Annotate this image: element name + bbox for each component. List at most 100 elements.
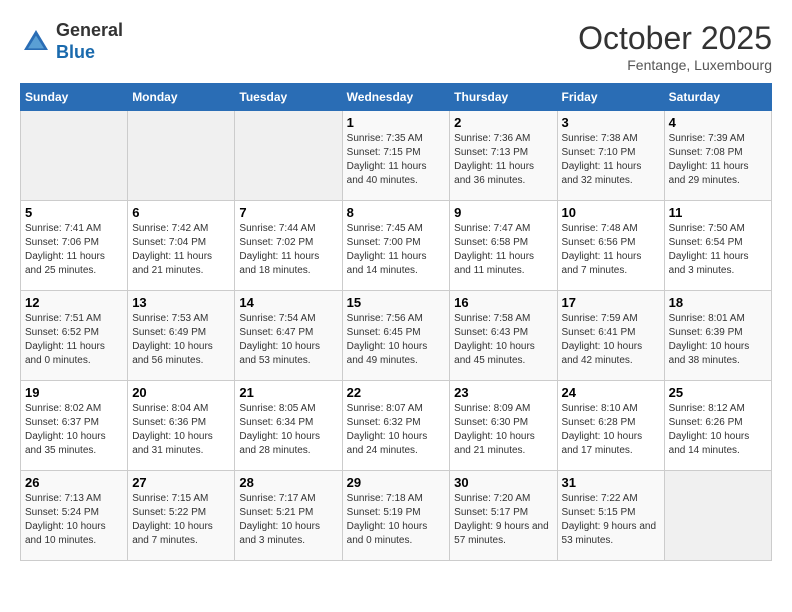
day-info: Sunrise: 7:50 AM Sunset: 6:54 PM Dayligh… — [669, 222, 767, 278]
day-info: Sunrise: 7:58 AM Sunset: 6:43 PM Dayligh… — [454, 312, 552, 368]
weekday-header: Saturday — [664, 84, 771, 111]
calendar-cell: 11 Sunrise: 7:50 AM Sunset: 6:54 PM Dayli… — [664, 201, 771, 291]
day-number: 22 — [347, 385, 446, 400]
weekday-header: Friday — [557, 84, 664, 111]
day-number: 26 — [25, 475, 123, 490]
calendar-cell: 21 Sunrise: 8:05 AM Sunset: 6:34 PM Dayli… — [235, 381, 342, 471]
day-number: 19 — [25, 385, 123, 400]
calendar-cell: 27 Sunrise: 7:15 AM Sunset: 5:22 PM Dayli… — [128, 471, 235, 561]
calendar-cell — [235, 111, 342, 201]
day-number: 21 — [239, 385, 337, 400]
day-number: 28 — [239, 475, 337, 490]
day-info: Sunrise: 7:45 AM Sunset: 7:00 PM Dayligh… — [347, 222, 446, 278]
calendar-cell — [664, 471, 771, 561]
location-subtitle: Fentange, Luxembourg — [578, 57, 772, 73]
calendar-cell: 5 Sunrise: 7:41 AM Sunset: 7:06 PM Daylig… — [21, 201, 128, 291]
day-info: Sunrise: 7:15 AM Sunset: 5:22 PM Dayligh… — [132, 492, 230, 548]
calendar-cell: 26 Sunrise: 7:13 AM Sunset: 5:24 PM Dayli… — [21, 471, 128, 561]
day-info: Sunrise: 7:17 AM Sunset: 5:21 PM Dayligh… — [239, 492, 337, 548]
calendar-cell: 6 Sunrise: 7:42 AM Sunset: 7:04 PM Daylig… — [128, 201, 235, 291]
day-number: 8 — [347, 205, 446, 220]
day-number: 30 — [454, 475, 552, 490]
calendar-cell: 15 Sunrise: 7:56 AM Sunset: 6:45 PM Dayli… — [342, 291, 450, 381]
day-info: Sunrise: 7:36 AM Sunset: 7:13 PM Dayligh… — [454, 132, 552, 188]
day-number: 1 — [347, 115, 446, 130]
weekday-header: Monday — [128, 84, 235, 111]
day-number: 6 — [132, 205, 230, 220]
calendar-cell: 29Sunrise: 7:18 AM Sunset: 5:19 PM Dayli… — [342, 471, 450, 561]
calendar-week-row: 26 Sunrise: 7:13 AM Sunset: 5:24 PM Dayli… — [21, 471, 772, 561]
logo-icon — [20, 26, 52, 58]
day-number: 18 — [669, 295, 767, 310]
weekday-header: Thursday — [450, 84, 557, 111]
day-info: Sunrise: 7:22 AM Sunset: 5:15 PM Dayligh… — [562, 492, 660, 548]
day-number: 4 — [669, 115, 767, 130]
calendar-table: SundayMondayTuesdayWednesdayThursdayFrid… — [20, 83, 772, 561]
weekday-header: Tuesday — [235, 84, 342, 111]
day-number: 11 — [669, 205, 767, 220]
day-info: Sunrise: 7:13 AM Sunset: 5:24 PM Dayligh… — [25, 492, 123, 548]
day-info: Sunrise: 7:53 AM Sunset: 6:49 PM Dayligh… — [132, 312, 230, 368]
day-number: 14 — [239, 295, 337, 310]
day-info: Sunrise: 7:35 AM Sunset: 7:15 PM Dayligh… — [347, 132, 446, 188]
day-info: Sunrise: 8:09 AM Sunset: 6:30 PM Dayligh… — [454, 402, 552, 458]
day-info: Sunrise: 8:05 AM Sunset: 6:34 PM Dayligh… — [239, 402, 337, 458]
day-number: 3 — [562, 115, 660, 130]
day-number: 23 — [454, 385, 552, 400]
calendar-cell — [128, 111, 235, 201]
calendar-cell: 28 Sunrise: 7:17 AM Sunset: 5:21 PM Dayli… — [235, 471, 342, 561]
month-title: October 2025 — [578, 20, 772, 57]
calendar-week-row: 5 Sunrise: 7:41 AM Sunset: 7:06 PM Daylig… — [21, 201, 772, 291]
day-number: 10 — [562, 205, 660, 220]
weekday-header: Wednesday — [342, 84, 450, 111]
day-number: 25 — [669, 385, 767, 400]
calendar-cell: 23 Sunrise: 8:09 AM Sunset: 6:30 PM Dayli… — [450, 381, 557, 471]
day-number: 17 — [562, 295, 660, 310]
day-info: Sunrise: 8:10 AM Sunset: 6:28 PM Dayligh… — [562, 402, 660, 458]
day-number: 27 — [132, 475, 230, 490]
calendar-cell: 25Sunrise: 8:12 AM Sunset: 6:26 PM Dayli… — [664, 381, 771, 471]
calendar-cell: 22 Sunrise: 8:07 AM Sunset: 6:32 PM Dayli… — [342, 381, 450, 471]
calendar-cell: 30Sunrise: 7:20 AM Sunset: 5:17 PM Dayli… — [450, 471, 557, 561]
weekday-header-row: SundayMondayTuesdayWednesdayThursdayFrid… — [21, 84, 772, 111]
logo-text: General Blue — [56, 20, 123, 63]
calendar-cell: 3 Sunrise: 7:38 AM Sunset: 7:10 PM Daylig… — [557, 111, 664, 201]
day-info: Sunrise: 8:04 AM Sunset: 6:36 PM Dayligh… — [132, 402, 230, 458]
calendar-cell: 7 Sunrise: 7:44 AM Sunset: 7:02 PM Daylig… — [235, 201, 342, 291]
day-info: Sunrise: 7:47 AM Sunset: 6:58 PM Dayligh… — [454, 222, 552, 278]
day-info: Sunrise: 8:02 AM Sunset: 6:37 PM Dayligh… — [25, 402, 123, 458]
calendar-cell: 1 Sunrise: 7:35 AM Sunset: 7:15 PM Daylig… — [342, 111, 450, 201]
day-info: Sunrise: 7:54 AM Sunset: 6:47 PM Dayligh… — [239, 312, 337, 368]
calendar-cell: 16 Sunrise: 7:58 AM Sunset: 6:43 PM Dayli… — [450, 291, 557, 381]
day-number: 16 — [454, 295, 552, 310]
day-info: Sunrise: 7:38 AM Sunset: 7:10 PM Dayligh… — [562, 132, 660, 188]
day-number: 15 — [347, 295, 446, 310]
day-number: 31 — [562, 475, 660, 490]
calendar-week-row: 1 Sunrise: 7:35 AM Sunset: 7:15 PM Daylig… — [21, 111, 772, 201]
day-info: Sunrise: 8:01 AM Sunset: 6:39 PM Dayligh… — [669, 312, 767, 368]
calendar-cell: 24Sunrise: 8:10 AM Sunset: 6:28 PM Dayli… — [557, 381, 664, 471]
calendar-cell: 19 Sunrise: 8:02 AM Sunset: 6:37 PM Dayli… — [21, 381, 128, 471]
calendar-cell: 14 Sunrise: 7:54 AM Sunset: 6:47 PM Dayli… — [235, 291, 342, 381]
calendar-cell: 9Sunrise: 7:47 AM Sunset: 6:58 PM Daylig… — [450, 201, 557, 291]
day-info: Sunrise: 7:56 AM Sunset: 6:45 PM Dayligh… — [347, 312, 446, 368]
calendar-cell: 13Sunrise: 7:53 AM Sunset: 6:49 PM Dayli… — [128, 291, 235, 381]
calendar-week-row: 12Sunrise: 7:51 AM Sunset: 6:52 PM Dayli… — [21, 291, 772, 381]
day-number: 12 — [25, 295, 123, 310]
title-block: October 2025 Fentange, Luxembourg — [578, 20, 772, 73]
day-info: Sunrise: 7:41 AM Sunset: 7:06 PM Dayligh… — [25, 222, 123, 278]
day-info: Sunrise: 7:39 AM Sunset: 7:08 PM Dayligh… — [669, 132, 767, 188]
day-info: Sunrise: 7:44 AM Sunset: 7:02 PM Dayligh… — [239, 222, 337, 278]
day-info: Sunrise: 7:42 AM Sunset: 7:04 PM Dayligh… — [132, 222, 230, 278]
day-info: Sunrise: 7:59 AM Sunset: 6:41 PM Dayligh… — [562, 312, 660, 368]
day-info: Sunrise: 8:07 AM Sunset: 6:32 PM Dayligh… — [347, 402, 446, 458]
page-header: General Blue October 2025 Fentange, Luxe… — [20, 20, 772, 73]
calendar-cell — [21, 111, 128, 201]
calendar-cell: 17 Sunrise: 7:59 AM Sunset: 6:41 PM Dayli… — [557, 291, 664, 381]
calendar-cell: 8 Sunrise: 7:45 AM Sunset: 7:00 PM Daylig… — [342, 201, 450, 291]
day-number: 7 — [239, 205, 337, 220]
calendar-cell: 10Sunrise: 7:48 AM Sunset: 6:56 PM Dayli… — [557, 201, 664, 291]
logo-line1: General — [56, 20, 123, 40]
day-number: 5 — [25, 205, 123, 220]
calendar-week-row: 19 Sunrise: 8:02 AM Sunset: 6:37 PM Dayli… — [21, 381, 772, 471]
